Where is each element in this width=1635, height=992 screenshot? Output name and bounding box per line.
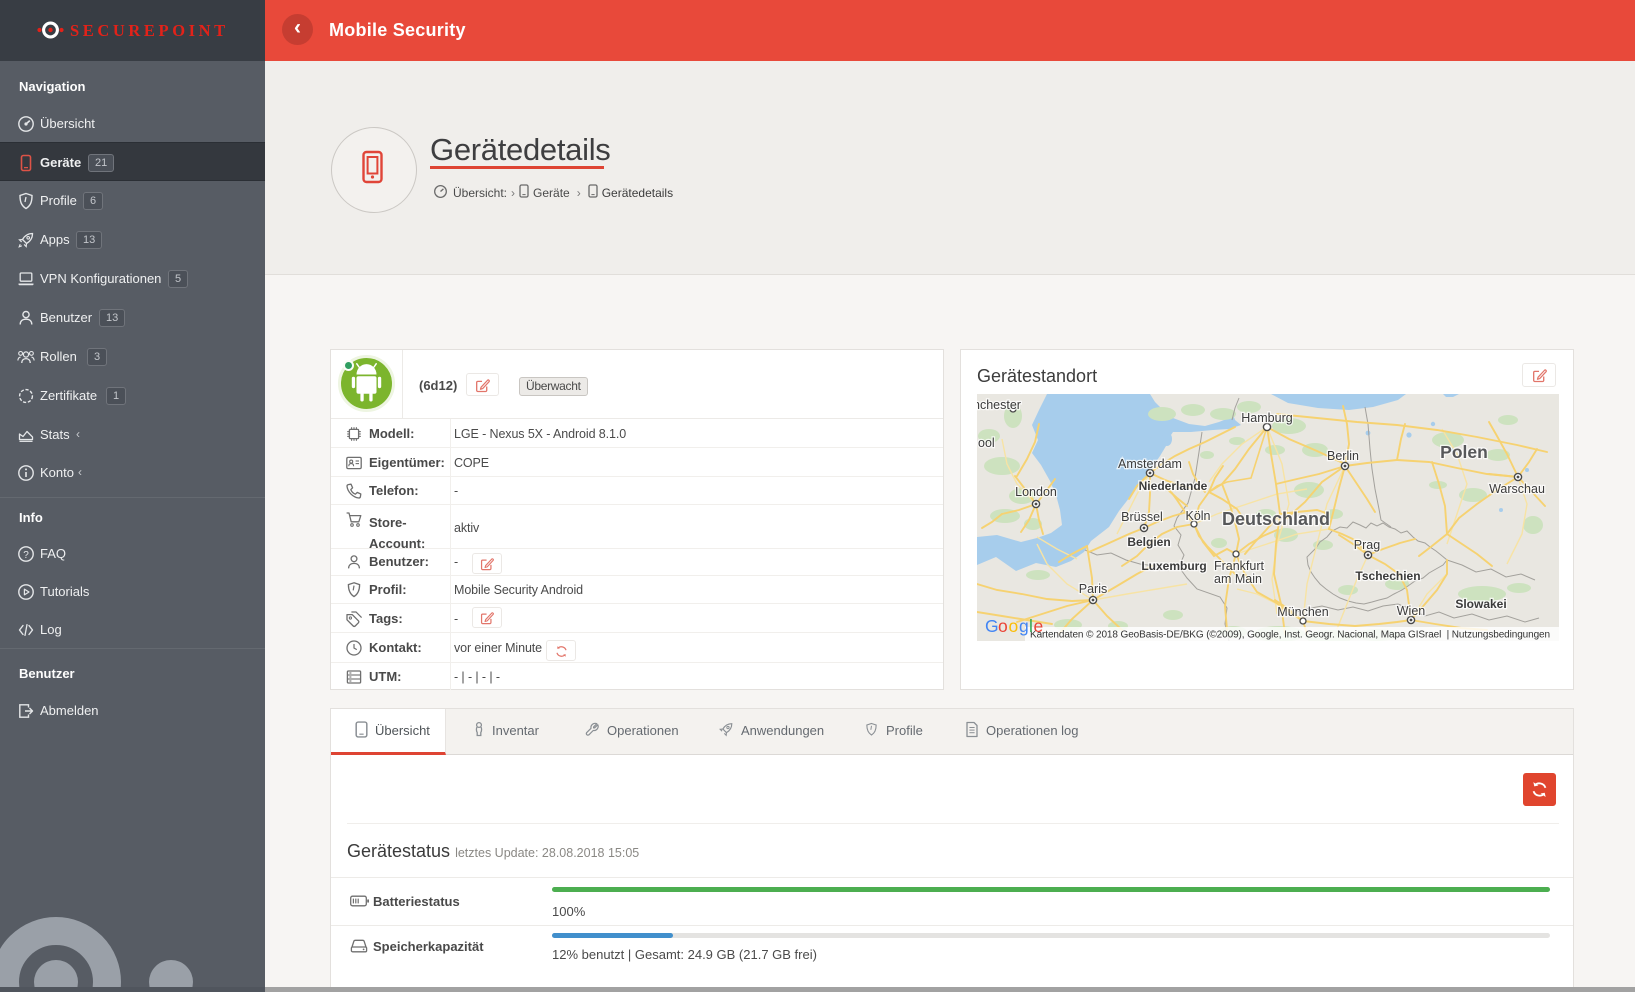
svg-text:nchester: nchester	[977, 398, 1021, 412]
svg-text:am Main: am Main	[1214, 572, 1262, 586]
svg-text:Brüssel: Brüssel	[1121, 510, 1163, 524]
svg-text:Kartendaten © 2018 GeoBasis-DE: Kartendaten © 2018 GeoBasis-DE/BKG (©200…	[1030, 630, 1550, 641]
svg-text:Polen: Polen	[1440, 442, 1488, 462]
svg-text:Prag: Prag	[1354, 538, 1380, 552]
svg-text:Berlin: Berlin	[1327, 449, 1359, 463]
svg-text:e: e	[1034, 616, 1044, 636]
svg-text:g: g	[1019, 616, 1029, 636]
svg-text:l: l	[1029, 616, 1033, 636]
svg-text:München: München	[1277, 605, 1328, 619]
svg-text:?: ?	[23, 550, 29, 561]
svg-text:Deutschland: Deutschland	[1222, 509, 1330, 529]
svg-text:London: London	[1015, 485, 1057, 499]
svg-text:Belgien: Belgien	[1127, 535, 1170, 549]
svg-text:SECUREPOINT: SECUREPOINT	[70, 21, 229, 40]
svg-text:Paris: Paris	[1079, 582, 1107, 596]
svg-text:G: G	[985, 616, 999, 636]
svg-text:Köln: Köln	[1185, 509, 1210, 523]
svg-text:Frankfurt: Frankfurt	[1214, 559, 1265, 573]
svg-text:Luxemburg: Luxemburg	[1141, 559, 1206, 573]
svg-text:o: o	[1009, 616, 1019, 636]
svg-text:o: o	[998, 616, 1008, 636]
svg-text:Warschau: Warschau	[1489, 482, 1545, 496]
svg-text:ool: ool	[978, 436, 995, 450]
svg-text:Wien: Wien	[1397, 604, 1426, 618]
svg-text:Niederlande: Niederlande	[1139, 479, 1208, 493]
svg-text:Slowakei: Slowakei	[1455, 597, 1506, 611]
svg-text:Tschechien: Tschechien	[1355, 569, 1420, 583]
svg-text:Amsterdam: Amsterdam	[1118, 457, 1182, 471]
svg-text:Hamburg: Hamburg	[1241, 411, 1292, 425]
